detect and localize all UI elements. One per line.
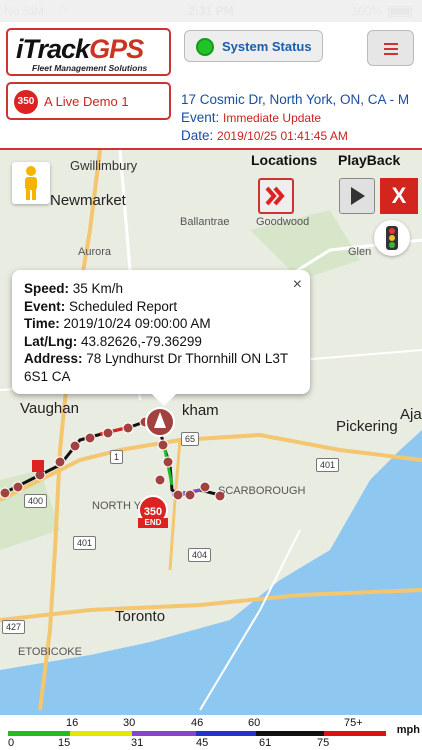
logo-tagline: Fleet Management Solutions: [32, 63, 148, 73]
vehicle-date: Date: 2019/10/25 01:41:45 AM: [181, 128, 348, 143]
map-view[interactable]: Gwillimbury Newmarket Ballantrae Goodwoo…: [0, 150, 422, 715]
vehicle-event: Event: Immediate Update: [181, 110, 321, 125]
road-shield: 400: [24, 494, 48, 508]
event-value: Immediate Update: [223, 111, 322, 125]
road-shield: 401: [316, 458, 340, 472]
road-shield: 65: [181, 432, 200, 446]
legend-bar-red: [324, 731, 386, 736]
info-address: Address: 78 Lyndhurst Dr Thornhill ON L3…: [24, 351, 288, 384]
legend-tick: 16: [66, 717, 79, 729]
playback-label: PlayBack: [338, 152, 401, 168]
info-event: Event: Scheduled Report: [24, 298, 178, 314]
battery-icon: [388, 6, 412, 17]
close-map-button[interactable]: X: [380, 178, 418, 214]
logo-text-black: iTrack: [16, 34, 90, 64]
vehicle-selector[interactable]: 350 A Live Demo 1: [6, 82, 171, 120]
road-shield: 1: [110, 450, 124, 464]
map-label-ballantrae: Ballantrae: [180, 216, 230, 228]
location-info-window: × Speed: 35 Km/h Event: Scheduled Report…: [12, 270, 310, 406]
legend-tick: 45: [196, 737, 209, 749]
pegman-icon: [25, 166, 37, 200]
event-label: Event:: [181, 110, 220, 125]
street-view-pegman[interactable]: [12, 162, 50, 204]
legend-tick: 46: [191, 717, 204, 729]
road-shield: 401: [73, 536, 97, 550]
legend-tick: 15: [58, 737, 71, 749]
vehicle-address: 17 Cosmic Dr, North York, ON, CA - M: [181, 92, 410, 107]
battery-percent: 100%: [351, 4, 382, 18]
map-label-pickering: Pickering: [336, 418, 398, 435]
traffic-toggle-button[interactable]: [374, 220, 410, 256]
play-icon: [351, 187, 365, 205]
legend-bar-purple: [132, 731, 196, 736]
map-label-ajax: Aja: [400, 406, 422, 423]
map-label-toronto: Toronto: [115, 608, 166, 625]
road-shield: 427: [2, 620, 26, 634]
legend-bar-green: [8, 731, 70, 736]
legend-tick: 31: [131, 737, 144, 749]
map-label-vaughan: Vaughan: [20, 400, 79, 417]
legend-tick: 61: [259, 737, 272, 749]
road-shield: 404: [188, 548, 212, 562]
map-label-newmarket: Newmarket: [50, 192, 126, 209]
map-label-glen: Glen: [348, 246, 372, 258]
vehicle-name: A Live Demo 1: [44, 94, 129, 109]
system-status-button[interactable]: System Status: [184, 30, 323, 62]
logo-text-red: GPS: [89, 34, 144, 64]
map-label-aurora: Aurora: [78, 246, 112, 258]
legend-unit: mph: [396, 724, 420, 736]
map-label-etobicoke: ETOBICOKE: [18, 646, 82, 658]
legend-tick: 75: [317, 737, 330, 749]
map-label-scarborough: SCARBOROUGH: [218, 485, 306, 497]
legend-tick: 30: [123, 717, 136, 729]
app-header: iTrackGPS Fleet Management Solutions Sys…: [0, 22, 422, 150]
legend-bar-yellow: [70, 731, 132, 736]
close-icon[interactable]: ×: [293, 276, 302, 294]
menu-button[interactable]: [367, 30, 414, 66]
info-speed: Speed: 35 Km/h: [24, 281, 124, 296]
map-label-markham: kham: [182, 402, 219, 419]
playback-button[interactable]: [339, 178, 375, 214]
map-label-goodwood: Goodwood: [256, 216, 310, 228]
system-status-label: System Status: [222, 39, 312, 54]
status-ok-icon: [196, 38, 214, 56]
info-latlng: Lat/Lng: 43.82626,-79.36299: [24, 333, 202, 349]
legend-tick: 75+: [344, 717, 363, 729]
legend-bar-black: [256, 731, 324, 736]
traffic-light-icon: [386, 226, 398, 250]
speed-legend: 16 30 46 60 75+ 0 15 31 45 61 75 mph: [0, 715, 422, 750]
locations-label: Locations: [251, 152, 318, 168]
date-value: 2019/10/25 01:41:45 AM: [217, 129, 348, 143]
legend-tick: 60: [248, 717, 261, 729]
end-label: END: [138, 518, 168, 528]
map-label-gwillimbury: Gwillimbury: [70, 158, 138, 173]
vehicle-badge: 350: [14, 90, 38, 114]
hamburger-icon: [384, 43, 398, 45]
company-logo: iTrackGPS Fleet Management Solutions: [6, 28, 171, 76]
date-label: Date:: [181, 128, 214, 143]
legend-bar-blue: [196, 731, 256, 736]
info-time: Time: 2019/10/24 09:00:00 AM: [24, 316, 211, 331]
double-chevron-right-icon: [265, 186, 285, 206]
status-bar: No SIM ◠ 2:31 PM 100%: [0, 0, 422, 22]
legend-tick: 0: [8, 737, 15, 749]
locations-button[interactable]: [258, 178, 294, 214]
